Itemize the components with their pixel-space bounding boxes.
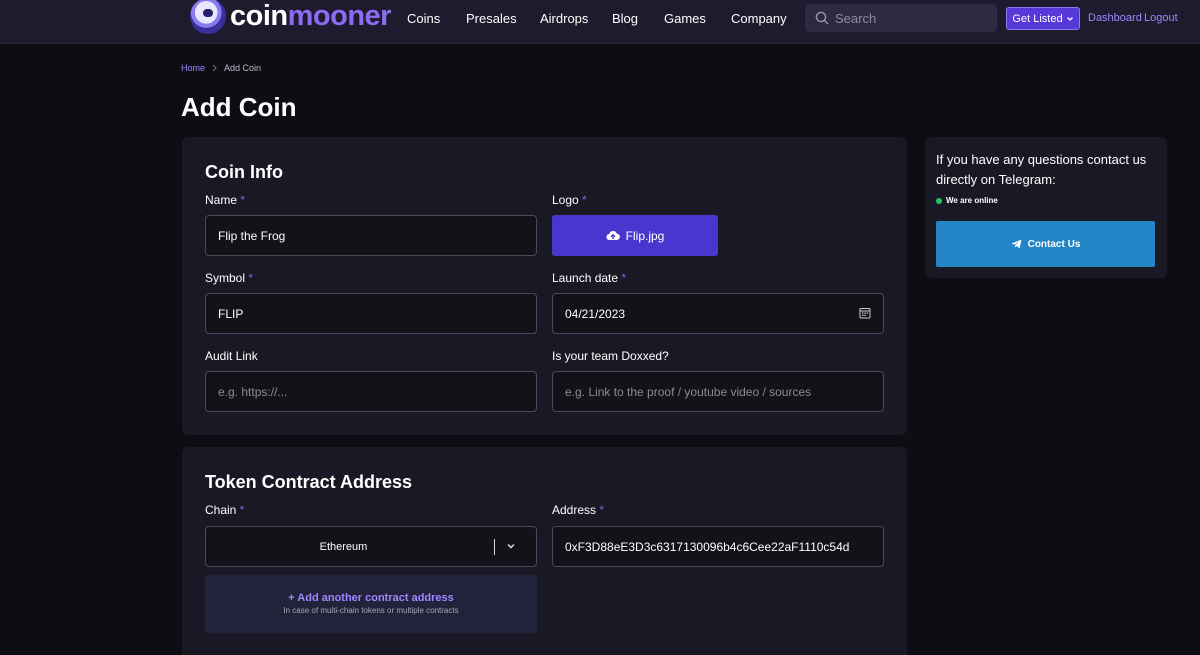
search-placeholder: Search bbox=[835, 10, 877, 26]
contact-us-button[interactable]: Contact Us bbox=[936, 221, 1155, 267]
nav-blog[interactable]: Blog bbox=[612, 0, 638, 36]
logo-text-coin: coin bbox=[230, 0, 288, 32]
nav-company[interactable]: Company bbox=[731, 0, 787, 36]
address-input[interactable]: 0xF3D88eE3D3c6317130096b4c6Cee22aF1110c5… bbox=[552, 526, 884, 567]
name-label: Name * bbox=[205, 193, 246, 207]
logo-text-mooner: mooner bbox=[287, 0, 392, 32]
online-status: We are online bbox=[936, 196, 998, 205]
chain-label: Chain * bbox=[205, 503, 245, 517]
symbol-label: Symbol * bbox=[205, 271, 254, 285]
audit-link-input[interactable]: e.g. https://... bbox=[205, 371, 537, 412]
chevron-down-icon bbox=[1066, 16, 1073, 21]
get-listed-label: Get Listed bbox=[1012, 12, 1063, 25]
token-contract-card: Token Contract Address Chain * Ethereum … bbox=[182, 447, 907, 655]
logo-label: Logo * bbox=[552, 193, 587, 207]
cloud-upload-icon bbox=[606, 231, 620, 241]
add-contract-note: In case of multi-chain tokens or multipl… bbox=[283, 606, 459, 615]
online-dot-icon bbox=[936, 197, 942, 204]
launch-date-label: Launch date * bbox=[552, 271, 627, 285]
logo-file-name: Flip.jpg bbox=[625, 228, 665, 243]
address-label: Address * bbox=[552, 503, 605, 517]
contact-us-label: Contact Us bbox=[1027, 238, 1081, 250]
coin-info-title: Coin Info bbox=[205, 162, 283, 182]
astronaut-logo-icon bbox=[190, 0, 226, 34]
chain-select[interactable]: Ethereum bbox=[205, 526, 537, 567]
coin-info-card: Coin Info Name * Flip the Frog Logo * Fl… bbox=[182, 137, 907, 435]
nav-coins[interactable]: Coins bbox=[407, 0, 440, 36]
chevron-right-icon bbox=[212, 64, 217, 72]
add-contract-box[interactable]: + Add another contract address In case o… bbox=[205, 575, 537, 633]
select-divider bbox=[494, 539, 495, 555]
nav-games[interactable]: Games bbox=[664, 0, 706, 36]
telegram-contact-card: If you have any questions contact us dir… bbox=[925, 137, 1167, 278]
page-title: Add Coin bbox=[181, 92, 297, 122]
audit-link-label: Audit Link bbox=[205, 349, 258, 363]
top-navbar: coin mooner Coins Presales Airdrops Blog … bbox=[0, 0, 1200, 44]
breadcrumb: Home Add Coin bbox=[181, 63, 261, 73]
telegram-icon bbox=[1011, 239, 1022, 249]
site-logo[interactable]: coin mooner bbox=[190, 0, 391, 38]
doxxed-input[interactable]: e.g. Link to the proof / youtube video /… bbox=[552, 371, 884, 412]
chevron-down-icon[interactable] bbox=[506, 541, 516, 551]
chain-selected-value: Ethereum bbox=[319, 540, 368, 553]
search-icon bbox=[815, 11, 829, 25]
contact-prompt: If you have any questions contact us dir… bbox=[936, 152, 1147, 187]
launch-date-input[interactable]: 04/21/2023 bbox=[552, 293, 884, 334]
name-input[interactable]: Flip the Frog bbox=[205, 215, 537, 256]
calendar-icon[interactable] bbox=[859, 307, 871, 319]
breadcrumb-home[interactable]: Home bbox=[181, 63, 205, 73]
token-contract-title: Token Contract Address bbox=[205, 472, 413, 492]
search-input[interactable]: Search bbox=[805, 4, 997, 32]
add-contract-link[interactable]: + Add another contract address bbox=[205, 592, 537, 604]
get-listed-button[interactable]: Get Listed bbox=[1006, 7, 1080, 30]
logo-upload-button[interactable]: Flip.jpg bbox=[552, 215, 718, 256]
logout-link[interactable]: Logout bbox=[1144, 12, 1178, 24]
dashboard-link[interactable]: Dashboard bbox=[1088, 12, 1142, 24]
breadcrumb-current: Add Coin bbox=[224, 63, 262, 73]
doxxed-label: Is your team Doxxed? bbox=[552, 349, 669, 363]
nav-airdrops[interactable]: Airdrops bbox=[540, 0, 588, 36]
nav-presales[interactable]: Presales bbox=[466, 0, 517, 36]
symbol-input[interactable]: FLIP bbox=[205, 293, 537, 334]
launch-date-value: 04/21/2023 bbox=[565, 306, 626, 321]
online-status-text: We are online bbox=[946, 196, 998, 205]
